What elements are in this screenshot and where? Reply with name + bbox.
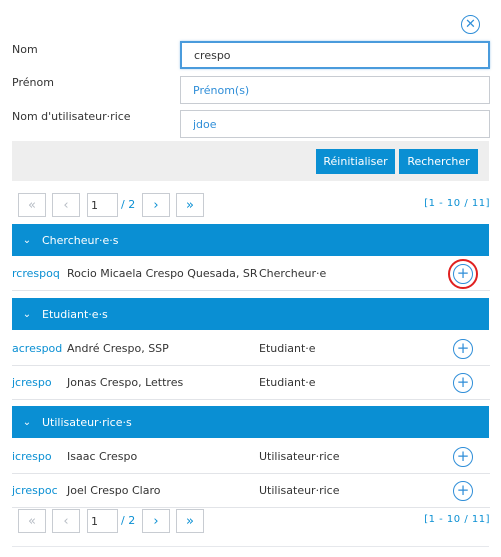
prev-page-icon[interactable]: ‹ [52, 509, 80, 533]
table-row: jcrespoc Joel Crespo Claro Utilisateur·r… [12, 474, 490, 508]
user-name: Jonas Crespo, Lettres [67, 376, 184, 389]
next-page-icon[interactable]: › [142, 193, 170, 217]
search-button[interactable]: Rechercher [399, 149, 478, 174]
first-page-icon[interactable]: « [18, 509, 46, 533]
page-number-input[interactable] [87, 193, 118, 217]
first-page-icon[interactable]: « [18, 193, 46, 217]
action-bar: Réinitialiser Rechercher [12, 141, 489, 181]
group-title: Utilisateur·rice·s [42, 415, 132, 429]
group-header-chercheurs[interactable]: ⌄ Chercheur·e·s [12, 224, 489, 256]
username-input[interactable] [180, 110, 490, 138]
table-row: rcrespoq Rocio Micaela Crespo Quesada, S… [12, 257, 490, 291]
user-login-link[interactable]: jcrespo [12, 376, 52, 389]
reset-button[interactable]: Réinitialiser [316, 149, 395, 174]
prev-page-icon[interactable]: ‹ [52, 193, 80, 217]
user-type: Etudiant·e [259, 376, 316, 389]
page-total: / 2 [121, 198, 136, 211]
result-range: [1 - 10 / 11] [424, 198, 490, 209]
add-circle-icon[interactable]: + [453, 338, 473, 359]
last-page-icon[interactable]: » [176, 509, 204, 533]
page-total: / 2 [121, 514, 136, 527]
nom-label: Nom [12, 43, 38, 56]
prenom-label: Prénom [12, 76, 54, 89]
group-header-etudiants[interactable]: ⌄ Etudiant·e·s [12, 298, 489, 330]
user-type: Etudiant·e [259, 342, 316, 355]
add-circle-icon[interactable]: + [453, 480, 473, 501]
user-login-link[interactable]: acrespod [12, 342, 62, 355]
add-circle-icon[interactable]: + [448, 258, 478, 289]
pagination-bottom: « ‹ / 2 › » [1 - 10 / 11] [18, 509, 490, 533]
prenom-input[interactable] [180, 76, 490, 104]
form-row-username: Nom d'utilisateur·rice [12, 110, 490, 138]
divider [12, 546, 489, 547]
user-login-link[interactable]: icrespo [12, 450, 52, 463]
table-row: acrespod André Crespo, SSP Etudiant·e + [12, 332, 490, 366]
user-name: Joel Crespo Claro [67, 484, 161, 497]
group-title: Chercheur·e·s [42, 233, 119, 247]
group-header-utilisateurs[interactable]: ⌄ Utilisateur·rice·s [12, 406, 489, 438]
user-login-link[interactable]: rcrespoq [12, 267, 60, 280]
group-title: Etudiant·e·s [42, 307, 108, 321]
chevron-down-icon: ⌄ [22, 416, 32, 428]
user-name: Rocio Micaela Crespo Quesada, SR [67, 267, 258, 280]
add-circle-icon[interactable]: + [453, 446, 473, 467]
chevron-down-icon: ⌄ [22, 308, 32, 320]
result-range: [1 - 10 / 11] [424, 514, 490, 525]
table-row: icrespo Isaac Crespo Utilisateur·rice + [12, 440, 490, 474]
next-page-icon[interactable]: › [142, 509, 170, 533]
form-row-prenom: Prénom [12, 76, 490, 104]
last-page-icon[interactable]: » [176, 193, 204, 217]
table-row: jcrespo Jonas Crespo, Lettres Etudiant·e… [12, 366, 490, 400]
page-number-input[interactable] [87, 509, 118, 533]
username-label: Nom d'utilisateur·rice [12, 110, 131, 123]
pagination-top: « ‹ / 2 › » [1 - 10 / 11] [18, 193, 490, 217]
user-login-link[interactable]: jcrespoc [12, 484, 58, 497]
form-row-nom: Nom [12, 41, 490, 69]
user-type: Chercheur·e [259, 267, 327, 280]
user-name: Isaac Crespo [67, 450, 138, 463]
user-type: Utilisateur·rice [259, 484, 340, 497]
close-icon[interactable]: ✕ [461, 15, 480, 34]
user-name: André Crespo, SSP [67, 342, 169, 355]
user-type: Utilisateur·rice [259, 450, 340, 463]
nom-input[interactable] [180, 41, 490, 69]
chevron-down-icon: ⌄ [22, 234, 32, 246]
add-circle-icon[interactable]: + [453, 372, 473, 393]
